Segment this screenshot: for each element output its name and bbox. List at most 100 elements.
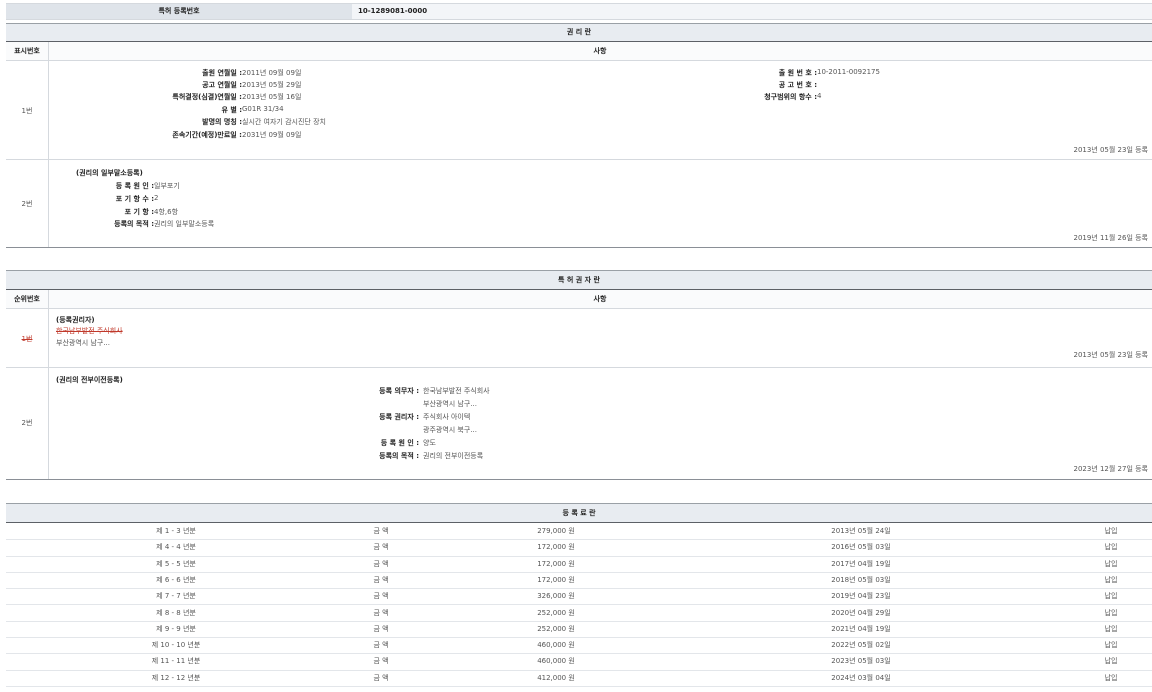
fee-amount-label: 금 액 [366,572,396,588]
owners-section-header: 특 허 권 자 란 [6,270,1152,289]
owners-col-matter: 사항 [48,290,1152,308]
fees-section-header: 등 록 료 란 [6,503,1152,523]
obligor-address: 부산광역시 남구... [423,399,477,409]
reg-purpose-value: 권리의 일부말소등록 [154,219,214,229]
fee-period: 제 4 - 4 년분 [146,539,206,555]
claims-count-label: 청구범위의 항수 : [764,92,817,102]
rights-row-2-heading: (권리의 일부말소등록) [76,168,143,178]
decision-date-label: 특허결정(심결)연월일 : [172,92,242,102]
fee-amount: 412,000 원 [526,670,586,686]
obligor-value: 한국남부발전 주식회사 [423,386,490,396]
reg-cause-label: 등 록 원 인 : [116,181,154,191]
fee-amount-label: 금 액 [366,605,396,621]
transfer-cause-value: 양도 [423,438,436,448]
owners-column-header: 순위번호 사항 [6,289,1152,309]
fee-row: 제 1 - 3 년분금 액279,000 원2013년 05월 24일납입 [6,523,1152,540]
fee-amount-label: 금 액 [366,621,396,637]
fee-period: 제 5 - 5 년분 [146,556,206,572]
fee-period: 제 11 - 11 년분 [146,653,206,669]
invention-title-label: 발명의 명칭 : [202,117,242,127]
fee-paid-date: 2020년 04월 29일 [826,605,896,621]
fee-row: 제 12 - 12 년분금 액412,000 원2024년 03월 04일납입 [6,670,1152,687]
expiry-date-value: 2031년 09월 09일 [242,130,301,140]
owners-section-title: 특 허 권 자 란 [558,276,600,284]
registration-number-bar: 특허 등록번호 10-1289081-0000 [6,3,1152,20]
owners-col-num: 순위번호 [6,290,48,308]
classification-value: G01R 31/34 [242,105,284,113]
fee-row: 제 8 - 8 년분 금 액 252,000 원 2020년 04월 29일 납입 [6,605,1152,622]
obligor-label: 등록 의무자 : [379,386,419,396]
fee-period: 제 7 - 7 년분 [146,588,206,604]
transfer-cause-label: 등 록 원 인 : [381,438,419,448]
fee-amount: 172,000 원 [526,539,586,555]
filing-date-value: 2011년 09월 09일 [242,68,301,78]
fee-status: 납입 [1096,605,1126,621]
decision-date-value: 2013년 05월 16일 [242,92,301,102]
publication-number-label: 공 고 번 호 : [779,80,817,90]
application-number-value: 10-2011-0092175 [817,68,880,76]
owners-row-2: 2번 (권리의 전부이전등록) 등록 의무자 : 한국남부발전 주식회사 부산광… [6,368,1152,479]
fee-amount: 172,000 원 [526,572,586,588]
right-holder-address: 광주광역시 북구... [423,425,477,435]
fee-amount: 279,000 원 [526,523,586,539]
owners-row-1-num: 1번 [6,334,48,344]
application-number-label: 출 원 번 호 : [779,68,817,78]
transfer-purpose-label: 등록의 목적 : [379,451,419,461]
right-holder-label: 등록 권리자 : [379,412,419,422]
owners-row-1: 1번 (등록권리자) 한국남부발전 주식회사 부산광역시 남구... 2013년… [6,308,1152,367]
rights-row-1-num: 1번 [6,106,48,116]
fee-amount-label: 금 액 [366,653,396,669]
fees-section-title: 등 록 료 란 [562,509,595,517]
rights-column-header: 표시번호 사항 [6,41,1152,61]
publication-date-value: 2013년 05월 29일 [242,80,301,90]
transfer-purpose-value: 권리의 전부이전등록 [423,451,483,461]
waived-claims-label: 포 기 항 : [125,207,154,217]
fee-period: 제 6 - 6 년분 [146,572,206,588]
fee-row: 제 7 - 7 년분금 액326,000 원2019년 04월 23일납입 [6,588,1152,605]
owners-row-1-name: 한국남부발전 주식회사 [56,326,123,336]
fee-status: 납입 [1096,539,1126,555]
expiry-date-label: 존속기간(예정)만료일 : [172,130,242,140]
reg-cause-value: 일부포기 [154,181,180,191]
rights-row-1-date: 2013년 05월 23일 등록 [1073,145,1148,155]
fee-amount-label: 금 액 [366,588,396,604]
fee-period: 제 12 - 12 년분 [146,670,206,686]
fee-period: 제 8 - 8 년분 [146,605,206,621]
owners-row-2-heading: (권리의 전부이전등록) [56,375,123,385]
publication-date-label: 공고 연월일 : [202,80,242,90]
waived-count-value: 2 [154,194,158,202]
fee-paid-date: 2021년 04월 19일 [826,621,896,637]
fee-status: 납입 [1096,653,1126,669]
fee-row: 제 6 - 6 년분 금 액 172,000 원 2018년 05월 03일 납입 [6,572,1152,589]
rights-row-2-date: 2019년 11월 26일 등록 [1073,233,1148,243]
fee-amount-label: 금 액 [366,556,396,572]
rights-section-title: 권 리 란 [567,28,591,36]
rights-col-matter: 사항 [48,42,1152,60]
rights-row-2-num: 2번 [6,199,48,209]
waived-count-label: 포 기 항 수 : [116,194,154,204]
rights-row-1: 1번 출원 연월일 : 2011년 09월 09일 공고 연월일 : 2013년… [6,60,1152,159]
fee-amount: 326,000 원 [526,588,586,604]
owners-row-1-date: 2013년 05월 23일 등록 [1073,350,1148,360]
fee-amount-label: 금 액 [366,523,396,539]
fee-row: 제 11 - 11 년분금 액460,000 원2023년 05월 03일납입 [6,653,1152,670]
fee-status: 납입 [1096,572,1126,588]
fee-paid-date: 2022년 05월 02일 [826,637,896,653]
fee-amount: 252,000 원 [526,621,586,637]
rights-col-num: 표시번호 [6,42,48,60]
fee-status: 납입 [1096,556,1126,572]
registration-number-label-cell: 특허 등록번호 [6,4,352,19]
fee-paid-date: 2017년 04월 19일 [826,556,896,572]
fee-paid-date: 2018년 05월 03일 [826,572,896,588]
fee-row: 제 9 - 9 년분금 액252,000 원2021년 04월 19일납입 [6,621,1152,638]
right-holder-value: 주식회사 아이텍 [423,412,470,422]
classification-label: 유 별 : [221,105,242,115]
fee-amount-label: 금 액 [366,637,396,653]
fee-paid-date: 2013년 05월 24일 [826,523,896,539]
fee-amount: 252,000 원 [526,605,586,621]
waived-claims-value: 4항,6항 [154,207,178,217]
owners-row-1-address: 부산광역시 남구... [56,338,110,348]
owners-row-2-num: 2번 [6,418,48,428]
fee-status: 납입 [1096,588,1126,604]
fee-row: 제 5 - 5 년분금 액172,000 원2017년 04월 19일납입 [6,556,1152,573]
